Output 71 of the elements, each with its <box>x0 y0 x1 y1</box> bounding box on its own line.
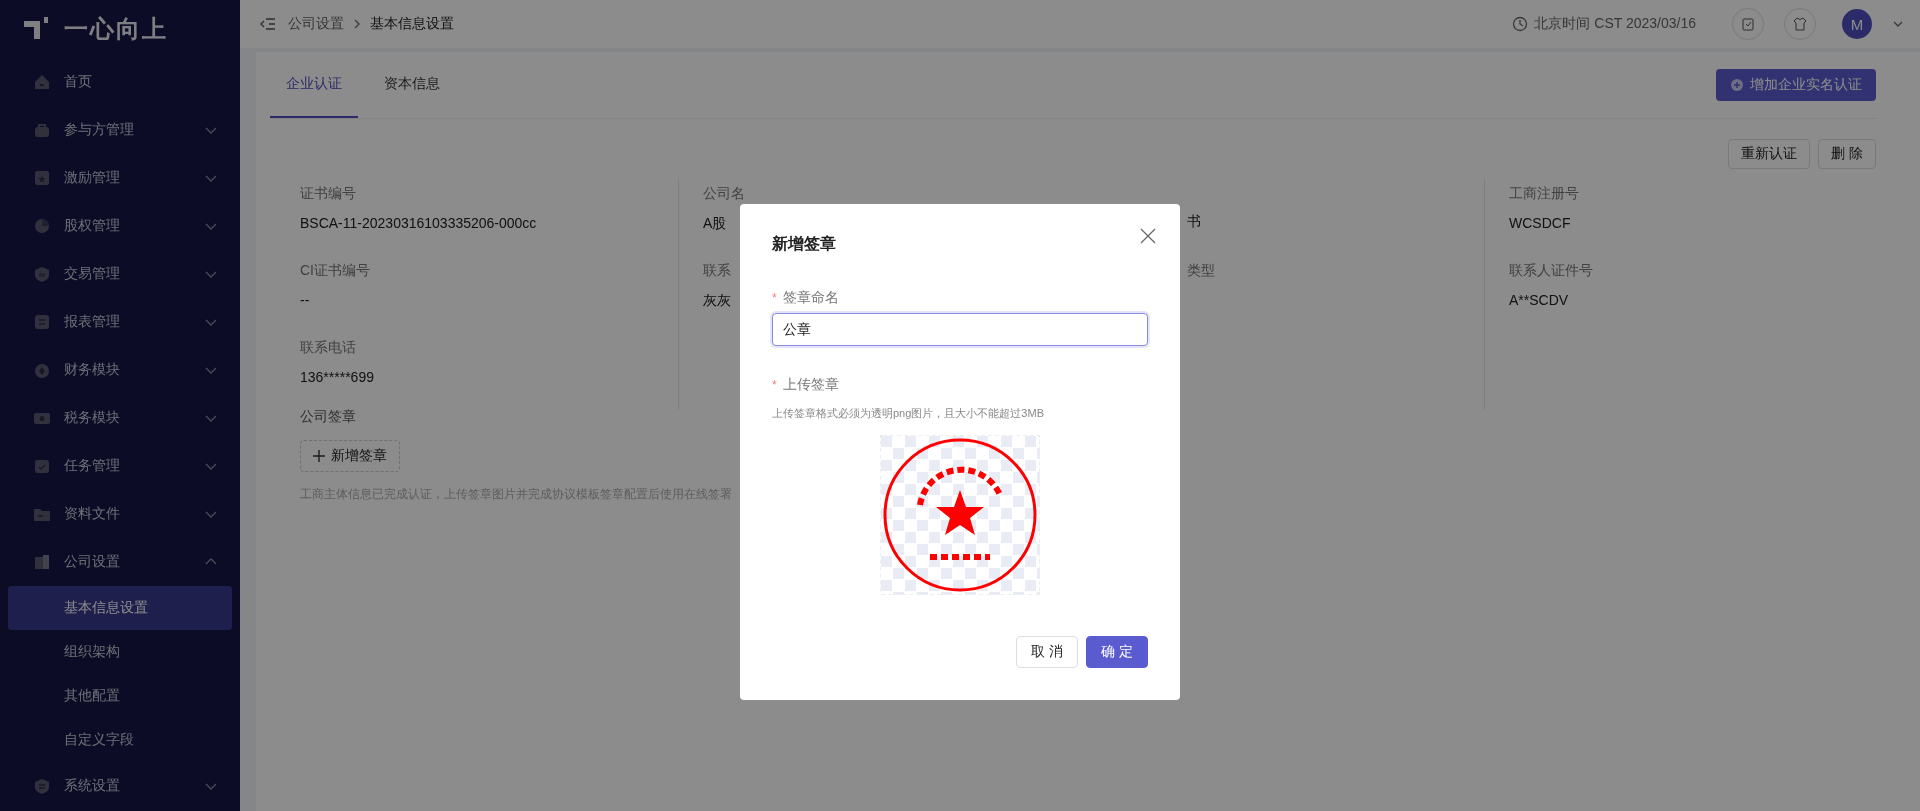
delete-button[interactable]: 删 除 <box>1818 139 1876 169</box>
gear-shield-icon <box>32 776 52 796</box>
sidebar-item[interactable]: 股权管理 <box>0 202 240 250</box>
confirm-button[interactable]: 确 定 <box>1086 636 1148 668</box>
section-title: 公司签章 <box>300 408 356 426</box>
field-label: 上传签章 <box>782 376 839 394</box>
sidebar-item[interactable]: 公司设置 <box>0 538 240 586</box>
field-value: -- <box>300 292 310 308</box>
field-label: 类型 <box>1187 262 1215 280</box>
field-value: 书 <box>1187 213 1201 231</box>
sidebar-item[interactable]: 任务管理 <box>0 442 240 490</box>
field-label: 公司名 <box>703 185 745 203</box>
clipboard-button[interactable] <box>1732 8 1764 40</box>
clipboard-check-icon <box>1741 17 1755 31</box>
sidebar-item[interactable]: 税务模块 <box>0 394 240 442</box>
sidebar-item[interactable]: 报表管理 <box>0 298 240 346</box>
sidebar-subitem[interactable]: 组织架构 <box>8 630 232 674</box>
field-label: 证书编号 <box>300 185 356 203</box>
tab[interactable]: 资本信息 <box>368 52 456 118</box>
plus-icon <box>313 450 325 462</box>
seal-image-drawing[interactable] <box>880 435 1040 595</box>
breadcrumb-item[interactable]: 公司设置 <box>288 15 344 33</box>
logo-text: 一心向上 <box>64 14 168 44</box>
cancel-button[interactable]: 取 消 <box>1016 636 1079 668</box>
field-label: 工商注册号 <box>1509 185 1579 203</box>
required-mark: * <box>772 291 777 305</box>
required-mark: * <box>772 378 777 392</box>
field-value: 灰灰 <box>703 292 731 310</box>
plus-circle-icon <box>1730 78 1744 92</box>
shirt-button[interactable] <box>1784 8 1816 40</box>
recertify-button[interactable]: 重新认证 <box>1728 139 1811 169</box>
sidebar-item[interactable]: 参与方管理 <box>0 106 240 154</box>
close-icon[interactable] <box>1140 228 1156 244</box>
seal-name-field[interactable]: 公章 <box>772 313 1148 346</box>
field-value: 136*****699 <box>300 369 374 385</box>
menu-collapse-icon[interactable] <box>260 17 276 31</box>
sidebar-item[interactable]: 系统设置 <box>0 762 240 810</box>
field-label: 签章命名 <box>782 289 839 307</box>
pie-chart-icon <box>32 216 52 236</box>
sidebar-item[interactable]: 首页 <box>0 58 240 106</box>
star-badge-icon <box>32 168 52 188</box>
field-value: BSCA-11-20230316103335206-000cc <box>300 215 537 231</box>
field-value: WCSDCF <box>1509 215 1571 231</box>
shirt-icon <box>1793 17 1807 31</box>
clock-icon <box>1512 16 1529 32</box>
upload-hint: 上传签章格式必须为透明png图片，且大小不能超过3MB <box>772 406 1045 421</box>
field-value: A股 <box>703 215 727 233</box>
user-avatar[interactable]: M <box>1842 9 1872 39</box>
add-certification-button[interactable]: 增加企业实名认证 <box>1716 69 1876 101</box>
tab[interactable]: 企业认证 <box>270 52 358 118</box>
building-icon <box>32 552 52 572</box>
document-icon <box>32 312 52 332</box>
chevron-right-icon <box>352 18 362 30</box>
field-label: 联系电话 <box>300 339 356 357</box>
dialog-title: 新增签章 <box>772 234 836 254</box>
field-label: 联系 <box>703 262 731 280</box>
field-label: CI证书编号 <box>300 262 370 280</box>
add-seal-button[interactable]: 新增签章 <box>300 440 400 472</box>
field-value: A**SCDV <box>1509 292 1569 308</box>
sidebar-item[interactable]: 资料文件 <box>0 490 240 538</box>
sidebar-subitem[interactable]: 其他配置 <box>8 674 232 718</box>
sidebar-item[interactable]: 财务模块 <box>0 346 240 394</box>
sidebar-item[interactable]: 交易管理 <box>0 250 240 298</box>
breadcrumb-item: 基本信息设置 <box>370 15 454 33</box>
field-label: 联系人证件号 <box>1509 262 1593 280</box>
sidebar-subitem[interactable]: 基本信息设置 <box>8 586 232 630</box>
clock-text: 北京时间 CST 2023/03/16 <box>1534 15 1696 33</box>
shield-icon <box>32 264 52 284</box>
sidebar-subitem[interactable]: 自定义字段 <box>8 718 232 762</box>
sidebar-item[interactable]: 激励管理 <box>0 154 240 202</box>
home-icon <box>32 72 52 92</box>
